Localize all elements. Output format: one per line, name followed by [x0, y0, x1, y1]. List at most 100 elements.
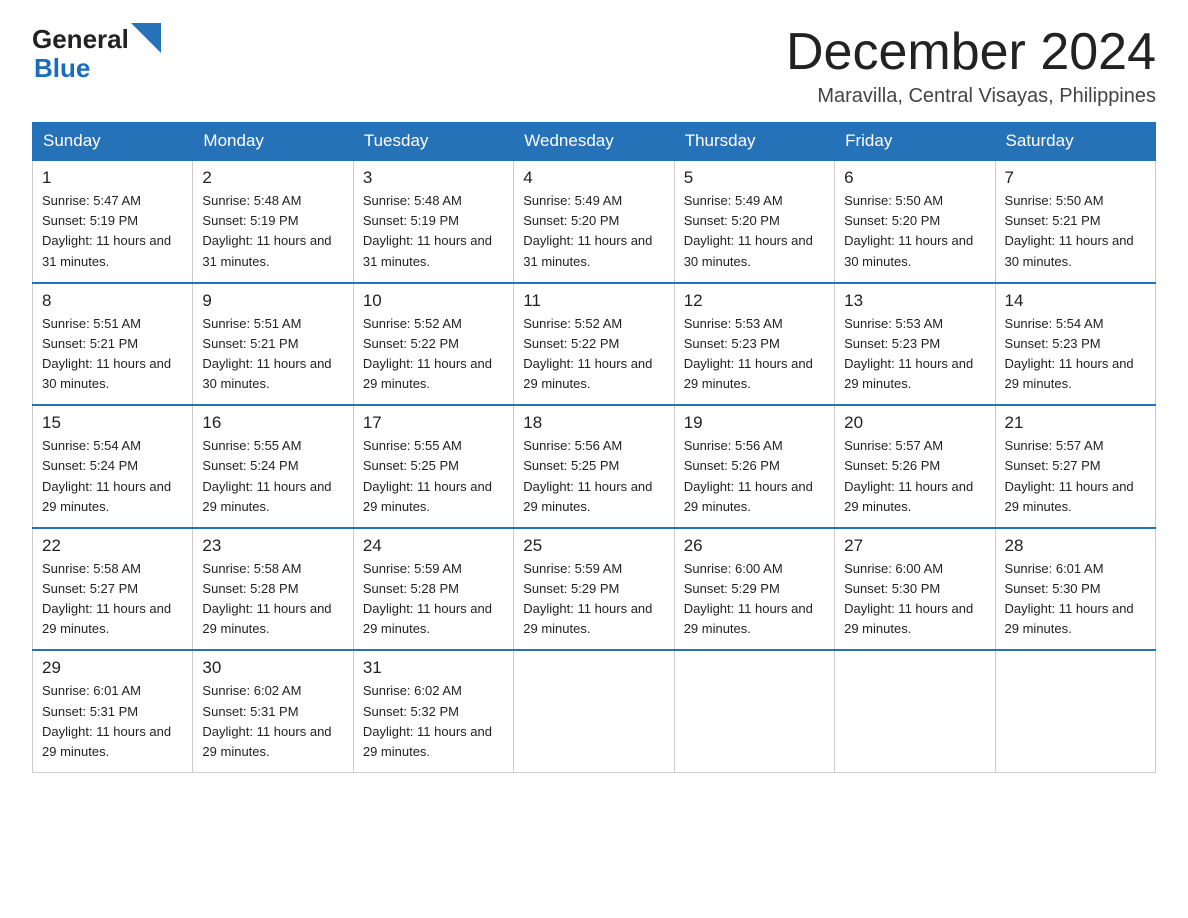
weekday-header-monday: Monday	[193, 123, 353, 161]
calendar-cell: 9Sunrise: 5:51 AMSunset: 5:21 PMDaylight…	[193, 283, 353, 406]
calendar-cell: 23 Sunrise: 5:58 AMSunset: 5:28 PMDayligh…	[193, 528, 353, 651]
calendar-cell: 21Sunrise: 5:57 AMSunset: 5:27 PMDayligh…	[995, 405, 1155, 528]
day-number: 7	[1005, 168, 1146, 188]
calendar-cell: 2 Sunrise: 5:48 AMSunset: 5:19 PMDaylight…	[193, 160, 353, 283]
day-number: 20	[844, 413, 985, 433]
day-info: Sunrise: 5:59 AMSunset: 5:28 PMDaylight:…	[363, 559, 504, 640]
day-number: 17	[363, 413, 504, 433]
calendar-cell: 24Sunrise: 5:59 AMSunset: 5:28 PMDayligh…	[353, 528, 513, 651]
day-info: Sunrise: 5:56 AMSunset: 5:25 PMDaylight:…	[523, 436, 664, 517]
day-info: Sunrise: 5:47 AMSunset: 5:19 PMDaylight:…	[42, 191, 183, 272]
day-info: Sunrise: 5:55 AMSunset: 5:25 PMDaylight:…	[363, 436, 504, 517]
week-row-1: 1 Sunrise: 5:47 AMSunset: 5:19 PMDaylight…	[33, 160, 1156, 283]
calendar-cell: 5Sunrise: 5:49 AMSunset: 5:20 PMDaylight…	[674, 160, 834, 283]
day-number: 29	[42, 658, 183, 678]
calendar-cell: 30 Sunrise: 6:02 AMSunset: 5:31 PMDayligh…	[193, 650, 353, 772]
day-info: Sunrise: 5:58 AMSunset: 5:28 PMDaylight:…	[202, 559, 343, 640]
calendar-cell: 4 Sunrise: 5:49 AMSunset: 5:20 PMDaylight…	[514, 160, 674, 283]
calendar-cell	[514, 650, 674, 772]
day-info: Sunrise: 5:48 AMSunset: 5:19 PMDaylight:…	[363, 191, 504, 272]
day-info: Sunrise: 5:52 AMSunset: 5:22 PMDaylight:…	[363, 314, 504, 395]
calendar-cell: 12 Sunrise: 5:53 AMSunset: 5:23 PMDayligh…	[674, 283, 834, 406]
calendar-cell: 14 Sunrise: 5:54 AMSunset: 5:23 PMDayligh…	[995, 283, 1155, 406]
day-number: 6	[844, 168, 985, 188]
day-info: Sunrise: 5:55 AMSunset: 5:24 PMDaylight:…	[202, 436, 343, 517]
calendar-cell: 31Sunrise: 6:02 AMSunset: 5:32 PMDayligh…	[353, 650, 513, 772]
calendar-cell: 7 Sunrise: 5:50 AMSunset: 5:21 PMDaylight…	[995, 160, 1155, 283]
day-number: 3	[363, 168, 504, 188]
calendar-cell: 16 Sunrise: 5:55 AMSunset: 5:24 PMDayligh…	[193, 405, 353, 528]
day-info: Sunrise: 5:58 AMSunset: 5:27 PMDaylight:…	[42, 559, 183, 640]
header: General Blue December 2024 Maravilla, Ce…	[32, 24, 1156, 108]
week-row-3: 15 Sunrise: 5:54 AMSunset: 5:24 PMDayligh…	[33, 405, 1156, 528]
calendar-cell: 8Sunrise: 5:51 AMSunset: 5:21 PMDaylight…	[33, 283, 193, 406]
logo-icon	[131, 23, 161, 53]
week-row-4: 22 Sunrise: 5:58 AMSunset: 5:27 PMDayligh…	[33, 528, 1156, 651]
calendar-cell: 25 Sunrise: 5:59 AMSunset: 5:29 PMDayligh…	[514, 528, 674, 651]
day-number: 14	[1005, 291, 1146, 311]
month-title: December 2024	[786, 24, 1156, 81]
day-number: 11	[523, 291, 664, 311]
day-number: 30	[202, 658, 343, 678]
calendar-cell: 20Sunrise: 5:57 AMSunset: 5:26 PMDayligh…	[835, 405, 995, 528]
day-info: Sunrise: 5:48 AMSunset: 5:19 PMDaylight:…	[202, 191, 343, 272]
day-info: Sunrise: 6:02 AMSunset: 5:32 PMDaylight:…	[363, 681, 504, 762]
day-number: 16	[202, 413, 343, 433]
day-number: 21	[1005, 413, 1146, 433]
calendar-cell	[995, 650, 1155, 772]
day-number: 10	[363, 291, 504, 311]
calendar-cell: 17 Sunrise: 5:55 AMSunset: 5:25 PMDayligh…	[353, 405, 513, 528]
weekday-header-row: SundayMondayTuesdayWednesdayThursdayFrid…	[33, 123, 1156, 161]
calendar-cell	[835, 650, 995, 772]
day-info: Sunrise: 5:56 AMSunset: 5:26 PMDaylight:…	[684, 436, 825, 517]
calendar-cell: 26Sunrise: 6:00 AMSunset: 5:29 PMDayligh…	[674, 528, 834, 651]
day-number: 1	[42, 168, 183, 188]
day-number: 13	[844, 291, 985, 311]
day-info: Sunrise: 5:53 AMSunset: 5:23 PMDaylight:…	[844, 314, 985, 395]
logo-general: General	[32, 24, 129, 55]
calendar-cell: 28Sunrise: 6:01 AMSunset: 5:30 PMDayligh…	[995, 528, 1155, 651]
calendar-cell: 29 Sunrise: 6:01 AMSunset: 5:31 PMDayligh…	[33, 650, 193, 772]
weekday-header-saturday: Saturday	[995, 123, 1155, 161]
calendar-table: SundayMondayTuesdayWednesdayThursdayFrid…	[32, 122, 1156, 773]
day-number: 25	[523, 536, 664, 556]
day-info: Sunrise: 5:52 AMSunset: 5:22 PMDaylight:…	[523, 314, 664, 395]
weekday-header-tuesday: Tuesday	[353, 123, 513, 161]
day-number: 4	[523, 168, 664, 188]
week-row-5: 29 Sunrise: 6:01 AMSunset: 5:31 PMDayligh…	[33, 650, 1156, 772]
day-info: Sunrise: 5:54 AMSunset: 5:23 PMDaylight:…	[1005, 314, 1146, 395]
weekday-header-sunday: Sunday	[33, 123, 193, 161]
day-number: 12	[684, 291, 825, 311]
day-number: 26	[684, 536, 825, 556]
day-number: 23	[202, 536, 343, 556]
logo-blue: Blue	[34, 55, 90, 81]
day-info: Sunrise: 5:51 AMSunset: 5:21 PMDaylight:…	[202, 314, 343, 395]
day-info: Sunrise: 6:02 AMSunset: 5:31 PMDaylight:…	[202, 681, 343, 762]
day-number: 19	[684, 413, 825, 433]
calendar-cell: 15 Sunrise: 5:54 AMSunset: 5:24 PMDayligh…	[33, 405, 193, 528]
logo: General Blue	[32, 24, 161, 81]
weekday-header-friday: Friday	[835, 123, 995, 161]
weekday-header-wednesday: Wednesday	[514, 123, 674, 161]
week-row-2: 8Sunrise: 5:51 AMSunset: 5:21 PMDaylight…	[33, 283, 1156, 406]
day-info: Sunrise: 5:49 AMSunset: 5:20 PMDaylight:…	[523, 191, 664, 272]
calendar-cell: 10 Sunrise: 5:52 AMSunset: 5:22 PMDayligh…	[353, 283, 513, 406]
day-number: 2	[202, 168, 343, 188]
day-number: 15	[42, 413, 183, 433]
day-number: 18	[523, 413, 664, 433]
calendar-cell	[674, 650, 834, 772]
day-info: Sunrise: 6:01 AMSunset: 5:31 PMDaylight:…	[42, 681, 183, 762]
day-info: Sunrise: 5:49 AMSunset: 5:20 PMDaylight:…	[684, 191, 825, 272]
calendar-cell: 1 Sunrise: 5:47 AMSunset: 5:19 PMDaylight…	[33, 160, 193, 283]
day-info: Sunrise: 5:50 AMSunset: 5:21 PMDaylight:…	[1005, 191, 1146, 272]
day-info: Sunrise: 5:59 AMSunset: 5:29 PMDaylight:…	[523, 559, 664, 640]
day-info: Sunrise: 5:54 AMSunset: 5:24 PMDaylight:…	[42, 436, 183, 517]
calendar-cell: 3 Sunrise: 5:48 AMSunset: 5:19 PMDaylight…	[353, 160, 513, 283]
day-info: Sunrise: 6:01 AMSunset: 5:30 PMDaylight:…	[1005, 559, 1146, 640]
day-info: Sunrise: 5:53 AMSunset: 5:23 PMDaylight:…	[684, 314, 825, 395]
day-number: 22	[42, 536, 183, 556]
weekday-header-thursday: Thursday	[674, 123, 834, 161]
calendar-cell: 19 Sunrise: 5:56 AMSunset: 5:26 PMDayligh…	[674, 405, 834, 528]
day-info: Sunrise: 5:51 AMSunset: 5:21 PMDaylight:…	[42, 314, 183, 395]
calendar-cell: 18 Sunrise: 5:56 AMSunset: 5:25 PMDayligh…	[514, 405, 674, 528]
